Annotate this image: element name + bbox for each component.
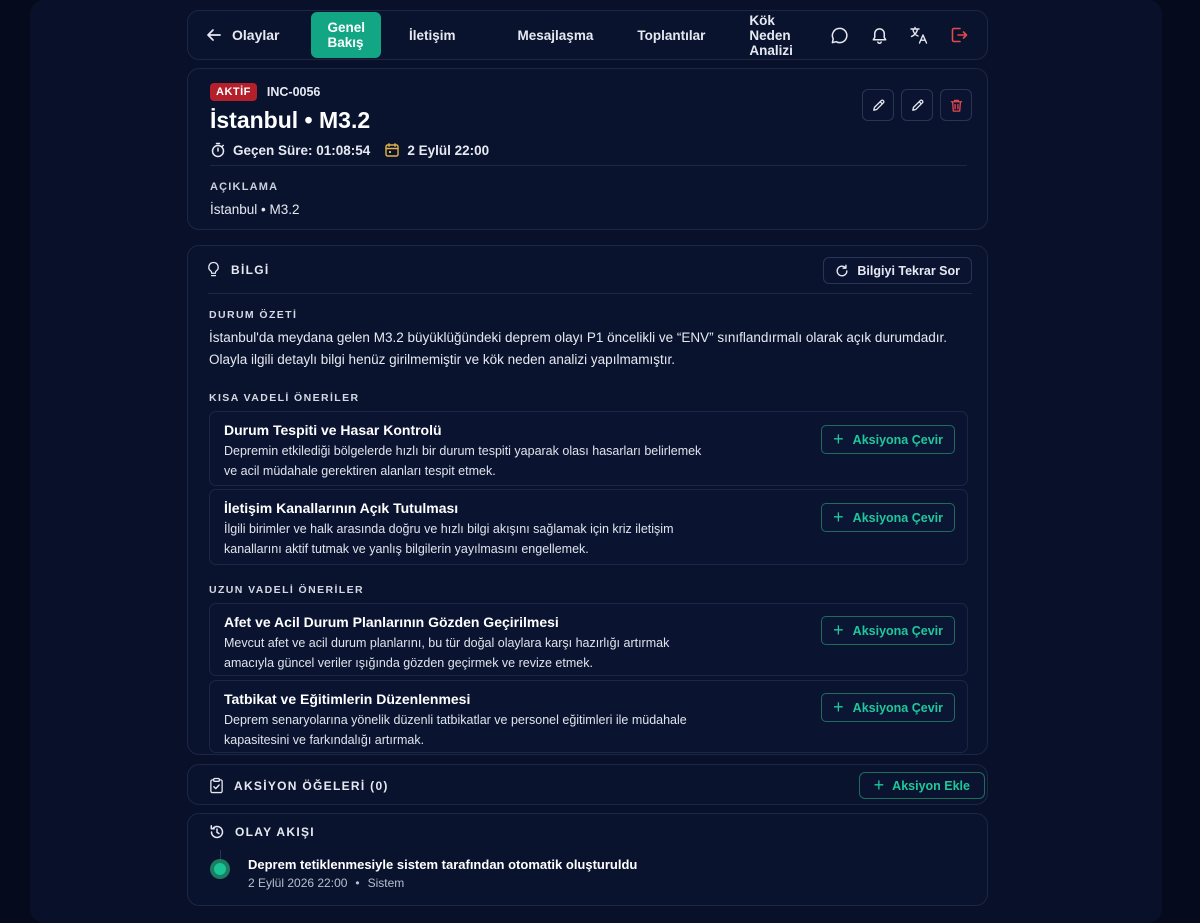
clipboard-check-icon <box>209 777 224 794</box>
recommendation-card: Durum Tespiti ve Hasar Kontrolü Depremin… <box>209 411 968 486</box>
convert-label: Aksiyona Çevir <box>852 510 943 525</box>
timeline-event-meta: 2 Eylül 2026 22:00 • Sistem <box>248 876 404 890</box>
top-nav: Olaylar Genel Bakış İletişim Mesajlaşma … <box>187 10 988 60</box>
logout-icon[interactable] <box>949 25 969 45</box>
trash-icon <box>949 98 964 113</box>
tab-root-cause-analysis[interactable]: Kök Neden Analizi <box>733 5 817 66</box>
timeline-card: OLAY AKIŞI Deprem tetiklenmesiyle sistem… <box>187 813 988 906</box>
history-icon <box>209 824 225 840</box>
arrow-left-icon <box>206 27 222 43</box>
refresh-info-button[interactable]: Bilgiyi Tekrar Sor <box>823 257 972 284</box>
incident-date-text: 2 Eylül 22:00 <box>407 142 490 158</box>
tab-messaging[interactable]: Mesajlaşma <box>502 20 610 51</box>
action-items-header: AKSİYON ÖĞELERİ (0) <box>209 777 389 794</box>
recommendation-card: İletişim Kanallarının Açık Tutulması İlg… <box>209 489 968 565</box>
delete-incident-button[interactable] <box>940 89 972 121</box>
incident-header-card: AKTİF INC-0056 İstanbul • M3.2 Geçen Sür… <box>187 68 988 230</box>
recommendation-title: Afet ve Acil Durum Planlarının Gözden Ge… <box>224 614 559 630</box>
recommendation-card: Tatbikat ve Eğitimlerin Düzenlenmesi Dep… <box>209 680 968 753</box>
recommendation-desc: Mevcut afet ve acil durum planlarını, bu… <box>224 636 670 670</box>
recommendation-card: Afet ve Acil Durum Planlarının Gözden Ge… <box>209 603 968 676</box>
elapsed-time: Geçen Süre: 01:08:54 <box>210 142 370 158</box>
summary-text: İstanbul'da meydana gelen M3.2 büyüklüğü… <box>209 330 947 367</box>
recommendation-desc: Deprem senaryolarına yönelik düzenli tat… <box>224 713 687 747</box>
timeline-event-separator: • <box>355 876 360 890</box>
incident-id: INC-0056 <box>266 85 321 99</box>
plus-icon: + <box>873 774 885 795</box>
elapsed-time-text: Geçen Süre: 01:08:54 <box>233 142 371 158</box>
tab-communication[interactable]: İletişim <box>393 20 472 51</box>
timeline-event-source: Sistem <box>367 876 405 890</box>
pencil-icon <box>910 98 925 113</box>
description-label: AÇIKLAMA <box>210 181 279 193</box>
tab-overview[interactable]: Genel Bakış <box>311 12 381 58</box>
incident-date: 2 Eylül 22:00 <box>384 142 489 158</box>
convert-to-action-button[interactable]: + Aksiyona Çevir <box>821 503 955 532</box>
plus-icon: + <box>833 696 844 717</box>
timeline-header: OLAY AKIŞI <box>209 824 315 840</box>
translate-icon[interactable] <box>909 25 929 45</box>
back-label: Olaylar <box>232 27 280 43</box>
timeline-event-time: 2 Eylül 2026 22:00 <box>248 876 348 890</box>
recommendation-desc: İlgili birimler ve halk arasında doğru v… <box>224 522 674 556</box>
timeline-event-title: Deprem tetiklenmesiyle sistem tarafından… <box>248 857 638 872</box>
info-divider <box>208 293 972 294</box>
plus-icon: + <box>833 506 844 527</box>
short-term-label: KISA VADELİ ÖNERİLER <box>209 392 360 404</box>
stopwatch-icon <box>210 142 226 158</box>
recommendation-title: Tatbikat ve Eğitimlerin Düzenlenmesi <box>224 691 471 707</box>
convert-label: Aksiyona Çevir <box>852 432 943 447</box>
refresh-info-label: Bilgiyi Tekrar Sor <box>857 263 960 278</box>
recommendation-title: Durum Tespiti ve Hasar Kontrolü <box>224 422 442 438</box>
add-action-label: Aksiyon Ekle <box>892 778 970 793</box>
convert-to-action-button[interactable]: + Aksiyona Çevir <box>821 693 955 722</box>
edit-title-button[interactable] <box>862 89 894 121</box>
info-card: BİLGİ Bilgiyi Tekrar Sor DURUM ÖZETİ İst… <box>187 245 988 755</box>
description-text: İstanbul • M3.2 <box>210 202 300 217</box>
action-items-card: AKSİYON ÖĞELERİ (0) + Aksiyon Ekle <box>187 764 988 805</box>
convert-to-action-button[interactable]: + Aksiyona Çevir <box>821 616 955 645</box>
back-to-incidents-link[interactable]: Olaylar <box>206 27 279 43</box>
info-heading: BİLGİ <box>231 262 270 277</box>
summary-label: DURUM ÖZETİ <box>209 309 298 321</box>
recommendation-title: İletişim Kanallarının Açık Tutulması <box>224 500 459 516</box>
convert-to-action-button[interactable]: + Aksiyona Çevir <box>821 425 955 454</box>
incident-title: İstanbul • M3.2 <box>210 107 371 133</box>
refresh-icon <box>835 264 849 278</box>
tab-meetings[interactable]: Toplantılar <box>621 20 721 51</box>
timeline-heading: OLAY AKIŞI <box>235 825 315 839</box>
edit-details-button[interactable] <box>901 89 933 121</box>
recommendation-desc: Depremin etkilediği bölgelerde hızlı bir… <box>224 444 702 478</box>
calendar-icon <box>384 142 400 158</box>
bell-icon[interactable] <box>869 25 889 45</box>
status-badge: AKTİF <box>210 83 257 101</box>
timeline-dot <box>210 859 230 879</box>
lightbulb-icon <box>206 261 221 278</box>
add-action-button[interactable]: + Aksiyon Ekle <box>858 772 985 799</box>
chat-icon[interactable] <box>829 25 849 45</box>
long-term-label: UZUN VADELİ ÖNERİLER <box>209 584 364 596</box>
header-divider <box>210 165 967 166</box>
action-items-heading: AKSİYON ÖĞELERİ (0) <box>234 778 389 793</box>
plus-icon: + <box>833 428 844 449</box>
plus-icon: + <box>833 619 844 640</box>
pencil-icon <box>871 98 886 113</box>
convert-label: Aksiyona Çevir <box>852 700 943 715</box>
convert-label: Aksiyona Çevir <box>852 623 943 638</box>
